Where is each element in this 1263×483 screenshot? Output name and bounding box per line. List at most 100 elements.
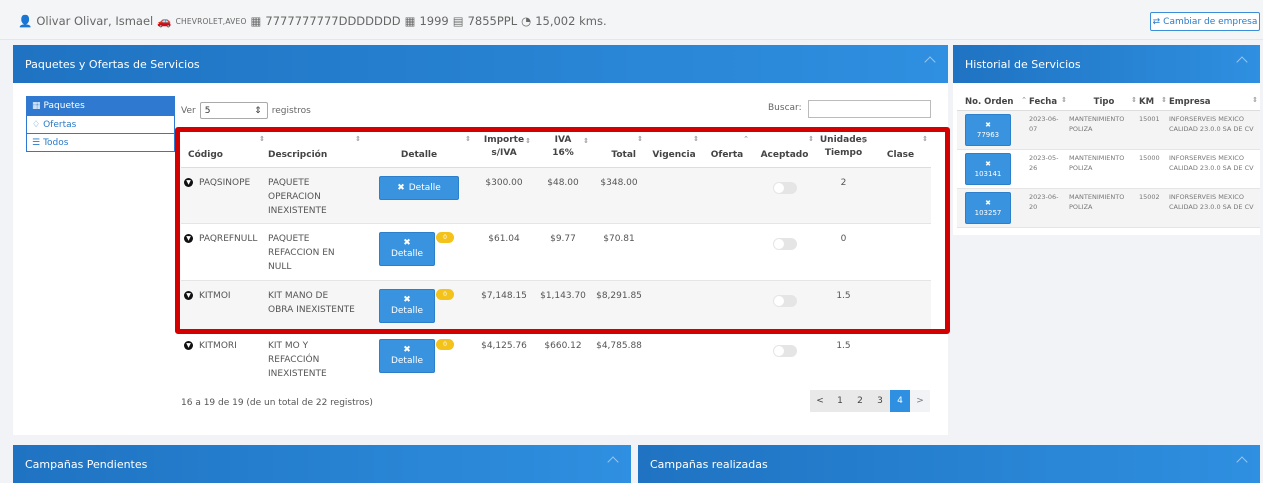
page-3[interactable]: 3	[870, 390, 890, 412]
packages-table: Código ⇕ Descripción ⇕ Detalle ⇕ Importe s/I…	[181, 130, 931, 382]
packages-panel-header[interactable]: Paquetes y Ofertas de Servicios	[13, 45, 948, 83]
order-number: 103141	[974, 169, 1002, 178]
aceptado-cell	[752, 280, 817, 331]
chevron-up-icon[interactable]	[1236, 456, 1248, 468]
expand-row-icon[interactable]: ▼	[184, 290, 193, 300]
col-descripcion[interactable]: Descripción ⇕	[268, 130, 364, 168]
aceptado-toggle[interactable]	[772, 237, 797, 250]
pending-campaigns-title: Campañas Pendientes	[25, 458, 148, 471]
detalle-button-label: Detalle	[408, 182, 441, 193]
history-panel-header[interactable]: Historial de Servicios	[953, 45, 1260, 83]
aceptado-cell	[752, 330, 817, 382]
change-company-button[interactable]: ⇄ Cambiar de empresa	[1150, 12, 1260, 31]
col-unidades[interactable]: Unidades Tiempo ⇕	[817, 130, 870, 168]
codigo-value: PAQSINOPE	[199, 177, 251, 188]
count-badge: 0	[436, 231, 454, 243]
col-km[interactable]: KM ⇕	[1139, 94, 1169, 111]
tools-icon: ✖	[403, 344, 411, 355]
table-row: ✖ 103141 2023-05- 26 MANTENIMIENTO POLIZA 1…	[957, 149, 1260, 189]
total-value: $70.81	[592, 223, 646, 281]
sort-icon: ⌃	[1021, 96, 1027, 104]
tools-icon: ✖	[397, 182, 405, 193]
tab-ofertas[interactable]: ♢ Ofertas	[27, 115, 174, 133]
col-orden[interactable]: No. Orden ⌃	[957, 94, 1029, 111]
registros-label: registros	[271, 105, 311, 116]
expand-row-icon[interactable]: ▼	[184, 340, 193, 350]
km-value: 15001	[1139, 110, 1169, 150]
fecha-cell: 2023-06- 07	[1029, 110, 1069, 150]
expand-row-icon[interactable]: ▼	[184, 233, 193, 243]
aceptado-toggle[interactable]	[772, 294, 797, 307]
aceptado-toggle[interactable]	[772, 344, 797, 357]
page-1[interactable]: 1	[830, 390, 850, 412]
col-iva[interactable]: IVA 16% ⇕	[534, 130, 592, 168]
col-vigencia[interactable]: Vigencia ⇕	[646, 130, 702, 168]
col-unidades-label-1: Unidades	[819, 134, 868, 145]
order-button[interactable]: ✖ 103141	[965, 152, 1011, 185]
col-aceptado[interactable]: Aceptado ⇕	[752, 130, 817, 168]
vin: 7777777777DDDDDDD	[265, 14, 401, 28]
col-unidades-label-2: Tiempo	[824, 147, 863, 158]
page-size-select[interactable]: 5 ⇕	[199, 102, 268, 119]
oferta-cell	[702, 280, 752, 331]
plate: 7855PPL	[467, 14, 518, 28]
table-row: ▼ PAQSINOPE PAQUETE OPERACION INEXISTENTE ✖…	[181, 167, 931, 224]
col-detalle[interactable]: Detalle ⇕	[364, 130, 474, 168]
page-2[interactable]: 2	[850, 390, 870, 412]
page-size-value: 5	[204, 105, 211, 116]
vigencia-cell	[646, 330, 702, 382]
col-oferta[interactable]: Oferta ⌃	[702, 130, 752, 168]
col-detalle-label: Detalle	[400, 149, 438, 160]
col-clase[interactable]: Clase ⇕	[870, 130, 931, 168]
iva-value: $660.12	[544, 340, 582, 351]
pending-campaigns-header[interactable]: Campañas Pendientes	[13, 445, 631, 483]
chevron-up-icon[interactable]	[1236, 56, 1248, 68]
chevron-up-icon[interactable]	[924, 56, 936, 68]
expand-row-icon[interactable]: ▼	[184, 177, 193, 187]
page-next[interactable]: >	[910, 390, 930, 412]
total-value: $8,291.85	[592, 280, 646, 331]
col-tipo-label: Tipo	[1093, 96, 1115, 107]
detalle-button[interactable]: ✖ Detalle	[379, 231, 435, 266]
fecha-line: 2023-06-	[1029, 192, 1059, 201]
desc-line: OBRA INEXISTENTE	[268, 304, 355, 315]
col-importe[interactable]: Importe s/IVA ⇕	[474, 130, 534, 168]
tipo-cell: MANTENIMIENTO POLIZA	[1069, 149, 1139, 189]
desc-line: KIT MANO DE	[268, 290, 329, 301]
fecha-cell: 2023-05- 26	[1029, 149, 1069, 189]
iva-value: $9.77	[534, 223, 592, 281]
col-codigo[interactable]: Código ⇕	[181, 130, 268, 168]
search-input[interactable]	[808, 100, 931, 118]
col-empresa[interactable]: Empresa ⇕	[1169, 94, 1260, 111]
aceptado-toggle[interactable]	[772, 181, 797, 194]
col-tipo[interactable]: Tipo ⇕	[1069, 94, 1139, 111]
page-4[interactable]: 4	[890, 390, 910, 412]
tab-todos[interactable]: ☰ Todos	[27, 133, 174, 151]
codigo-value: PAQREFNULL	[199, 233, 258, 244]
detalle-button[interactable]: ✖ Detalle	[379, 175, 459, 200]
codigo-cell: ▼ KITMORI	[181, 330, 268, 382]
col-orden-label: No. Orden	[965, 96, 1014, 107]
detalle-button[interactable]: ✖ Detalle	[379, 338, 435, 373]
detalle-button[interactable]: ✖ Detalle	[379, 288, 435, 323]
empresa-cell: INFORSERVEIS MEXICO CALIDAD 23.0.0 SA DE …	[1169, 149, 1260, 189]
completed-campaigns-title: Campañas realizadas	[650, 458, 768, 471]
client-name: Olivar Olivar, Ismael	[36, 14, 154, 28]
count-badge: 0	[436, 288, 454, 300]
completed-campaigns-header[interactable]: Campañas realizadas	[638, 445, 1260, 483]
col-fecha[interactable]: Fecha ⇕	[1029, 94, 1069, 111]
table-row: ✖ 77963 2023-06- 07 MANTENIMIENTO POLIZA 15…	[957, 110, 1260, 150]
desc-line: REFACCIÓN	[268, 354, 320, 365]
order-button[interactable]: ✖ 77963	[965, 113, 1011, 146]
col-total-label: Total	[611, 149, 636, 160]
calendar-icon: ▦	[404, 14, 416, 28]
descripcion-cell: KIT MANO DE OBRA INEXISTENTE	[268, 280, 364, 331]
tab-paquetes[interactable]: ▦ Paquetes	[27, 97, 174, 115]
page-prev[interactable]: <	[810, 390, 830, 412]
sort-icon: ⇕	[259, 135, 265, 143]
col-total[interactable]: Total ⇕	[592, 130, 646, 168]
order-button[interactable]: ✖ 103257	[965, 191, 1011, 224]
desc-line: PAQUETE	[268, 233, 310, 244]
chevron-up-icon[interactable]	[607, 456, 619, 468]
vehicle-info: 👤 Olivar Olivar, Ismael 🚗 CHEVROLET,AVEO…	[18, 14, 607, 28]
